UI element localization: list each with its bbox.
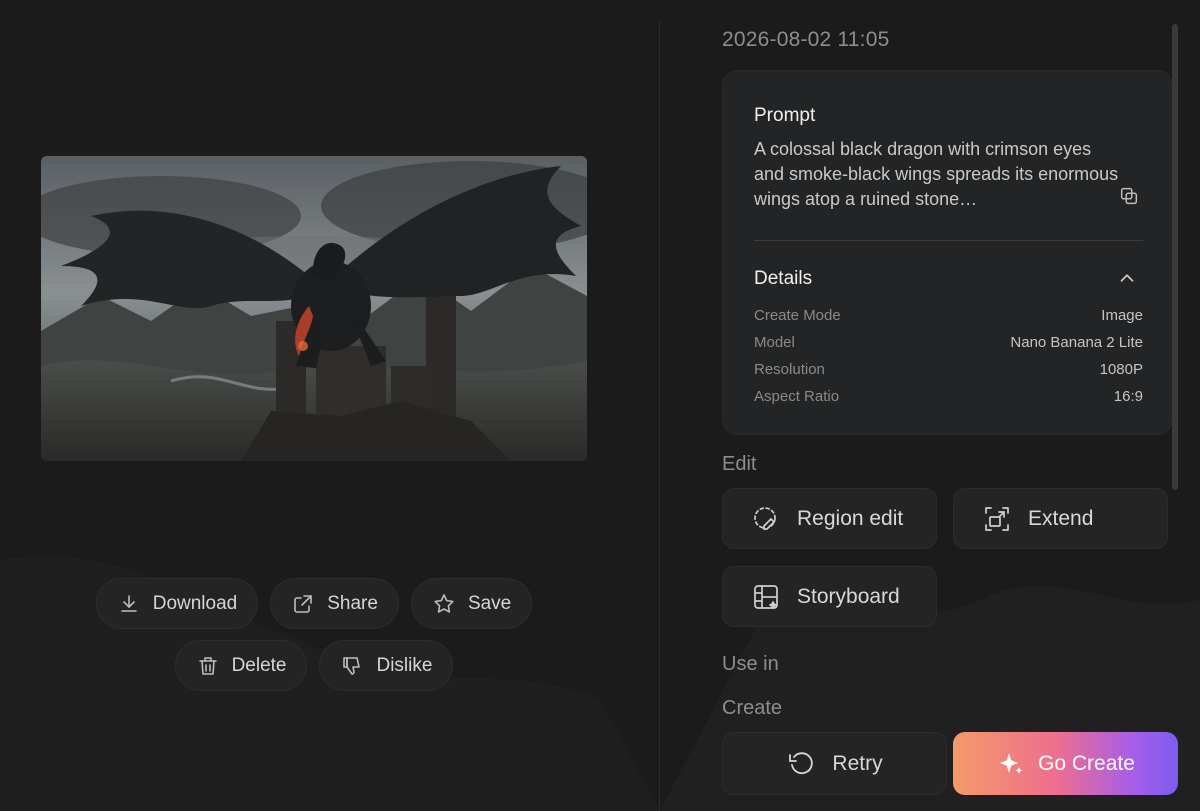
details-panel: 2026-08-02 11:05 Prompt A colossal black… [722, 0, 1178, 811]
download-label: Download [152, 592, 238, 614]
card-divider [754, 240, 1143, 241]
details-title: Details [754, 268, 813, 289]
region-edit-button[interactable]: Region edit [722, 488, 937, 549]
delete-button[interactable]: Delete [174, 640, 308, 691]
detail-label: Resolution [754, 361, 825, 378]
download-icon [120, 594, 137, 612]
chevron-up-icon[interactable] [1116, 267, 1138, 289]
save-button[interactable]: Save [410, 578, 533, 629]
retry-button[interactable]: Retry [722, 732, 947, 795]
detail-value: Nano Banana 2 Lite [1010, 334, 1143, 351]
retry-icon [789, 751, 814, 774]
create-section-label: Create [722, 697, 783, 719]
detail-label: Aspect Ratio [754, 388, 840, 405]
detail-row-model: Model Nano Banana 2 Lite [754, 334, 1143, 351]
detail-row-create-mode: Create Mode Image [754, 307, 1143, 324]
share-button[interactable]: Share [270, 578, 399, 629]
save-label: Save [467, 592, 512, 614]
storyboard-button[interactable]: Storyboard [722, 566, 937, 627]
app-stage: Download Share Save Delete Dislike 2026-… [0, 0, 1200, 811]
star-icon [434, 593, 454, 613]
storyboard-icon [754, 584, 778, 609]
retry-label: Retry [832, 751, 883, 775]
use-in-label: Use in [722, 653, 779, 675]
sparkle-icon [1000, 752, 1023, 774]
thumbs-down-icon [343, 656, 361, 675]
image-actions-primary: Download Share Save [0, 578, 644, 629]
dislike-label: Dislike [376, 654, 433, 676]
detail-row-resolution: Resolution 1080P [754, 361, 1143, 378]
detail-value: 1080P [1099, 361, 1143, 378]
storyboard-label: Storyboard [797, 584, 900, 608]
generated-image[interactable] [41, 156, 587, 461]
detail-row-aspect-ratio: Aspect Ratio 16:9 [754, 388, 1143, 405]
created-timestamp: 2026-08-02 11:05 [722, 28, 890, 51]
prompt-title: Prompt [754, 105, 816, 126]
download-button[interactable]: Download [95, 578, 259, 629]
go-create-label: Go Create [1038, 751, 1135, 775]
detail-label: Create Mode [754, 307, 841, 324]
details-scrollbar[interactable] [1172, 24, 1178, 490]
preview-panel: Download Share Save Delete Dislike [0, 0, 660, 811]
image-actions-secondary: Delete Dislike [0, 640, 644, 691]
share-label: Share [327, 592, 378, 614]
prompt-details-card: Prompt A colossal black dragon with crim… [722, 70, 1173, 435]
go-create-button[interactable]: Go Create [953, 732, 1178, 795]
edit-section-label: Edit [722, 453, 757, 475]
copy-icon[interactable] [1118, 185, 1140, 207]
detail-label: Model [754, 334, 795, 351]
trash-icon [198, 656, 217, 675]
dislike-button[interactable]: Dislike [319, 640, 454, 691]
region-edit-label: Region edit [797, 506, 904, 530]
prompt-text: A colossal black dragon with crimson eye… [754, 139, 1119, 209]
detail-value: Image [1101, 307, 1143, 324]
extend-button[interactable]: Extend [953, 488, 1168, 549]
delete-label: Delete [231, 654, 287, 676]
extend-label: Extend [1028, 506, 1094, 530]
share-icon [294, 594, 313, 613]
extend-icon [985, 506, 1009, 531]
detail-value: 16:9 [1113, 388, 1143, 405]
region-edit-icon [754, 506, 776, 530]
panel-divider [659, 20, 660, 811]
dragon-image-illustration [41, 156, 587, 461]
